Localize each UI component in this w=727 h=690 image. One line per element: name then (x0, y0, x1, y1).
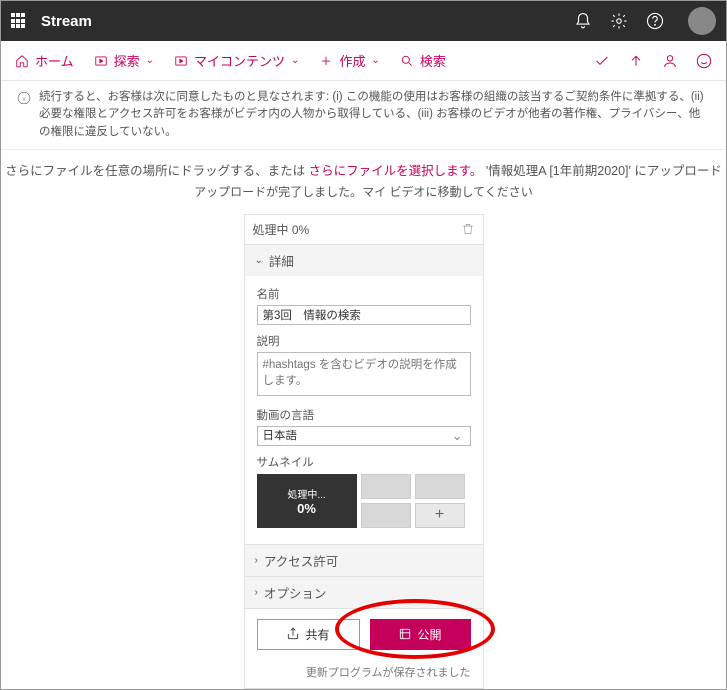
options-header[interactable]: ›オプション (245, 576, 483, 608)
smile-icon[interactable] (696, 53, 712, 69)
thumbnail-option[interactable] (361, 503, 411, 528)
lang-label: 動画の言語 (257, 407, 471, 423)
gear-icon[interactable] (610, 12, 628, 30)
thumbnail-option[interactable] (415, 474, 465, 499)
access-header[interactable]: ›アクセス許可 (245, 544, 483, 576)
desc-label: 説明 (257, 333, 471, 349)
name-label: 名前 (257, 286, 471, 302)
upload-icon[interactable] (628, 53, 644, 69)
thumbnail-option[interactable] (361, 474, 411, 499)
nav-mycontent[interactable]: マイコンテンツ⌄ (174, 51, 299, 70)
sub-nav: ホーム 探索⌄ マイコンテンツ⌄ 作成⌄ 検索 (1, 41, 726, 81)
upload-message: さらにファイルを任意の場所にドラッグする、または さらにファイルを選択します。 … (1, 150, 726, 179)
delete-icon[interactable] (461, 222, 475, 236)
nav-search[interactable]: 検索 (400, 51, 446, 70)
share-button[interactable]: 共有 (257, 619, 360, 650)
lang-select[interactable]: 日本語 (257, 426, 471, 446)
desc-input[interactable] (257, 352, 471, 396)
info-icon (17, 91, 31, 105)
bell-icon[interactable] (574, 12, 592, 30)
upload-panel: 処理中 0% ⌄詳細 名前 説明 動画の言語 日本語 サムネイル 処理中... … (244, 214, 484, 689)
nav-explore[interactable]: 探索⌄ (94, 51, 154, 70)
nav-home[interactable]: ホーム (15, 51, 74, 70)
thumb-label: サムネイル (257, 454, 471, 470)
progress-text: 処理中 0% (253, 221, 310, 238)
app-launcher-icon[interactable] (11, 13, 27, 29)
upload-complete-message: アップロードが完了しました。マイ ビデオに移動してください (1, 179, 726, 214)
details-header[interactable]: ⌄詳細 (245, 244, 483, 276)
thumbnail-add[interactable]: + (415, 503, 465, 528)
help-icon[interactable] (646, 12, 664, 30)
check-icon[interactable] (594, 53, 610, 69)
person-icon[interactable] (662, 53, 678, 69)
app-brand: Stream (41, 13, 574, 30)
nav-create[interactable]: 作成⌄ (319, 51, 379, 70)
consent-notice: 続行すると、お客様は次に同意したものと見なされます: (i) この機能の使用はお… (1, 81, 726, 150)
avatar[interactable] (688, 7, 716, 35)
thumbnail-main[interactable]: 処理中... 0% (257, 474, 357, 528)
my-video-link[interactable]: マイ ビデオ (362, 185, 425, 199)
name-input[interactable] (257, 305, 471, 325)
select-files-link[interactable]: さらにファイルを選択します。 (309, 164, 483, 178)
app-header: Stream (1, 1, 726, 41)
publish-button[interactable]: 公開 (370, 619, 471, 650)
save-status: 更新プログラムが保存されました (245, 660, 483, 688)
